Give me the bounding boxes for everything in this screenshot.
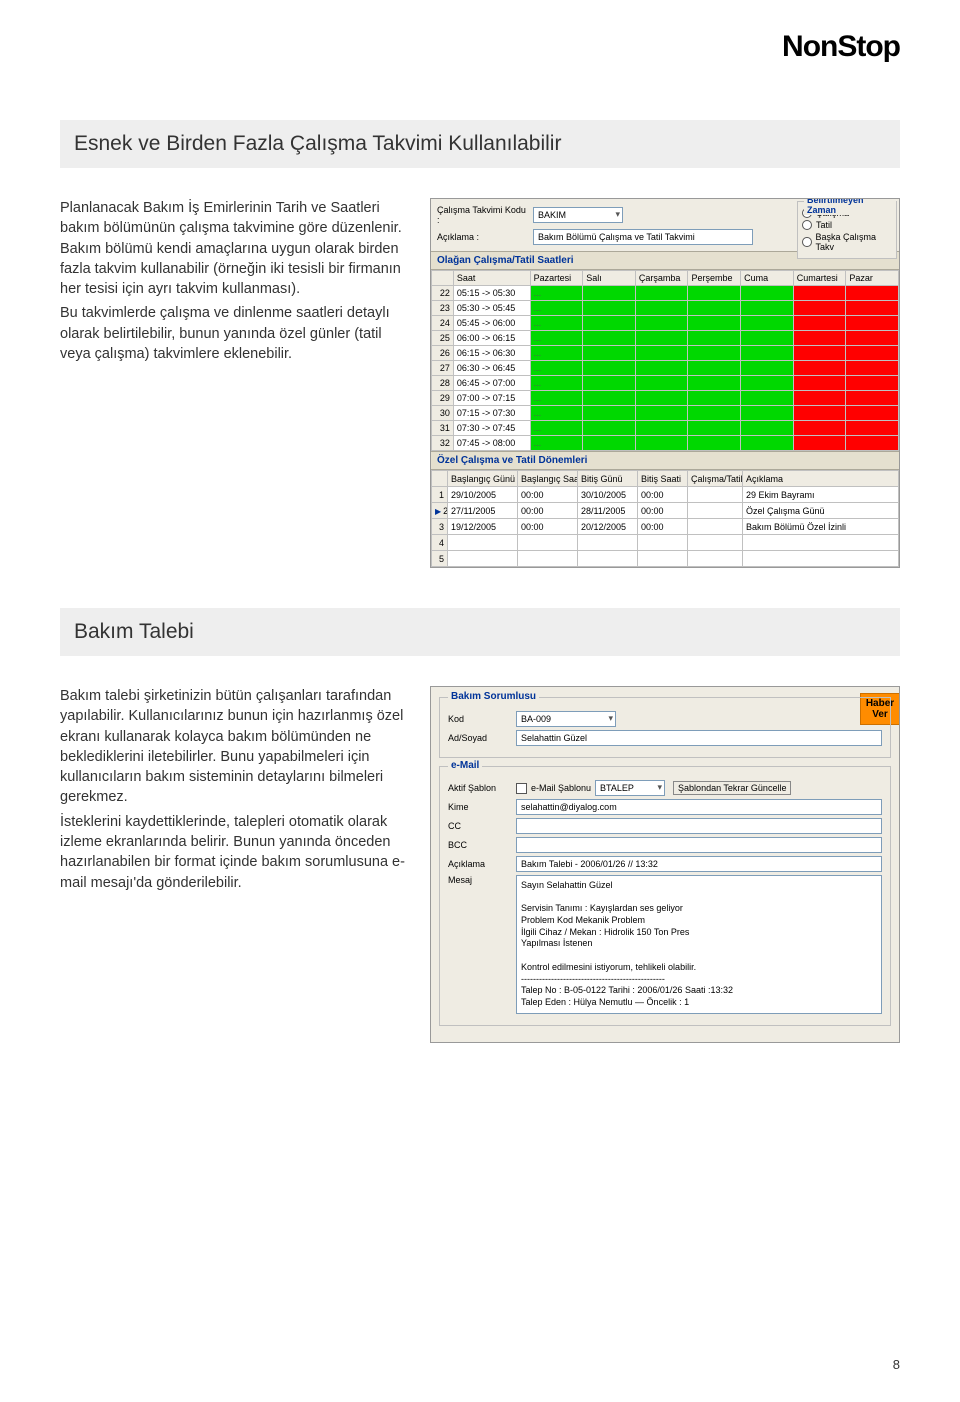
table-row[interactable]: 3107:30 -> 07:45...: [432, 421, 899, 436]
template-refresh-button[interactable]: Şablondan Tekrar Güncelle: [673, 781, 791, 795]
column-header: Çalışma/Tatil: [688, 471, 743, 487]
special-periods-grid[interactable]: Başlangıç GünüBaşlangıç SaatiBitiş GünüB…: [431, 470, 899, 567]
table-row[interactable]: 129/10/200500:0030/10/200500:0029 Ekim B…: [432, 487, 899, 503]
email-legend: e-Mail: [448, 760, 482, 771]
sablon-combo[interactable]: BTALEP: [595, 780, 665, 796]
section1-row: Planlanacak Bakım İş Emirlerinin Tarih v…: [60, 198, 900, 568]
table-row[interactable]: 3007:15 -> 07:30...: [432, 406, 899, 421]
responsible-fieldset: Bakım Sorumlusu Kod BA-009 Ad/Soyad Sela…: [439, 697, 891, 758]
radio-option[interactable]: Tatil: [802, 220, 892, 230]
time-type-group: Belirtilmeyen Zaman ÇalışmaTatilBaşka Ça…: [797, 201, 897, 259]
column-header: Başlangıç Saati: [518, 471, 578, 487]
table-row[interactable]: 2706:30 -> 06:45...: [432, 361, 899, 376]
column-header: Açıklama: [743, 471, 899, 487]
table-row[interactable]: 2205:15 -> 05:30...: [432, 286, 899, 301]
aktif-checkbox[interactable]: [516, 783, 527, 794]
table-row[interactable]: 4: [432, 535, 899, 551]
section2-p2: İsteklerini kaydettiklerinde, talepleri …: [60, 812, 410, 893]
column-header: Bitiş Saati: [638, 471, 688, 487]
mesaj-label: Mesaj: [448, 875, 508, 885]
schedule-figure: Belirtilmeyen Zaman ÇalışmaTatilBaşka Ça…: [430, 198, 900, 568]
kime-label: Kime: [448, 802, 508, 812]
bcc-input[interactable]: [516, 837, 882, 853]
request-figure: Haber Ver Bakım Sorumlusu Kod BA-009 Ad/…: [430, 686, 900, 1043]
table-row[interactable]: 2305:30 -> 05:45...: [432, 301, 899, 316]
day-header: Perşembe: [688, 271, 741, 286]
table-row[interactable]: 2606:15 -> 06:30...: [432, 346, 899, 361]
section2-row: Bakım talebi şirketinizin bütün çalışanl…: [60, 686, 900, 1043]
kod-combo[interactable]: BA-009: [516, 711, 616, 727]
desc-label: Açıklama :: [437, 232, 527, 242]
aktif-label: Aktif Şablon: [448, 783, 508, 793]
aciklama-label: Açıklama: [448, 859, 508, 869]
column-header: Başlangıç Günü: [448, 471, 518, 487]
aciklama-input[interactable]: Bakım Talebi - 2006/01/26 // 13:32: [516, 856, 882, 872]
kime-input[interactable]: selahattin@diyalog.com: [516, 799, 882, 815]
kod-label: Kod: [448, 714, 508, 724]
table-row[interactable]: 2405:45 -> 06:00...: [432, 316, 899, 331]
adsoyad-label: Ad/Soyad: [448, 733, 508, 743]
day-header: Saat: [453, 271, 530, 286]
adsoyad-input[interactable]: Selahattin Güzel: [516, 730, 882, 746]
column-header: Bitiş Günü: [578, 471, 638, 487]
special-periods-label: Özel Çalışma ve Tatil Dönemleri: [431, 451, 899, 470]
day-header: Pazar: [846, 271, 899, 286]
page-number: 8: [893, 1357, 900, 1372]
bcc-label: BCC: [448, 840, 508, 850]
section1-text: Planlanacak Bakım İş Emirlerinin Tarih v…: [60, 198, 410, 368]
email-fieldset: e-Mail Aktif Şablon e-Mail Şablonu BTALE…: [439, 766, 891, 1026]
day-header: Pazartesi: [530, 271, 583, 286]
table-row[interactable]: 5: [432, 551, 899, 567]
day-header: Çarşamba: [635, 271, 688, 286]
radio-label: Başka Çalışma Takv: [816, 232, 892, 252]
radio-option[interactable]: Başka Çalışma Takv: [802, 232, 892, 252]
table-row[interactable]: 3207:45 -> 08:00...: [432, 436, 899, 451]
radio-label: Tatil: [816, 220, 832, 230]
table-row[interactable]: 319/12/200500:0020/12/200500:00Bakım Böl…: [432, 519, 899, 535]
day-header: Cumartesi: [793, 271, 846, 286]
desc-input[interactable]: Bakım Bölümü Çalışma ve Tatil Takvimi: [533, 229, 753, 245]
table-row[interactable]: 2806:45 -> 07:00...: [432, 376, 899, 391]
section2-p1: Bakım talebi şirketinizin bütün çalışanl…: [60, 686, 410, 808]
radio-icon: [802, 220, 812, 230]
section1-p1: Planlanacak Bakım İş Emirlerinin Tarih v…: [60, 198, 410, 299]
table-row[interactable]: 2506:00 -> 06:15...: [432, 331, 899, 346]
sablon-label: e-Mail Şablonu: [531, 783, 591, 793]
mesaj-textarea[interactable]: Sayın Selahattin Güzel Servisin Tanımı :…: [516, 875, 882, 1014]
time-type-legend: Belirtilmeyen Zaman: [804, 198, 896, 215]
schedule-grid[interactable]: SaatPazartesiSalıÇarşambaPerşembeCumaCum…: [431, 270, 899, 451]
brand-logo: NonStop: [782, 30, 900, 64]
cc-input[interactable]: [516, 818, 882, 834]
code-label: Çalışma Takvimi Kodu :: [437, 205, 527, 225]
radio-icon: [802, 237, 812, 247]
table-row[interactable]: ▶227/11/200500:0028/11/200500:00Özel Çal…: [432, 503, 899, 519]
responsible-legend: Bakım Sorumlusu: [448, 691, 539, 702]
section2-text: Bakım talebi şirketinizin bütün çalışanl…: [60, 686, 410, 897]
section2-heading: Bakım Talebi: [60, 608, 900, 656]
table-row[interactable]: 2907:00 -> 07:15...: [432, 391, 899, 406]
cc-label: CC: [448, 821, 508, 831]
section1-p2: Bu takvimlerde çalışma ve dinlenme saatl…: [60, 303, 410, 364]
code-combo[interactable]: BAKIM: [533, 207, 623, 223]
section1-heading: Esnek ve Birden Fazla Çalışma Takvimi Ku…: [60, 120, 900, 168]
day-header: Cuma: [741, 271, 794, 286]
day-header: Salı: [583, 271, 636, 286]
